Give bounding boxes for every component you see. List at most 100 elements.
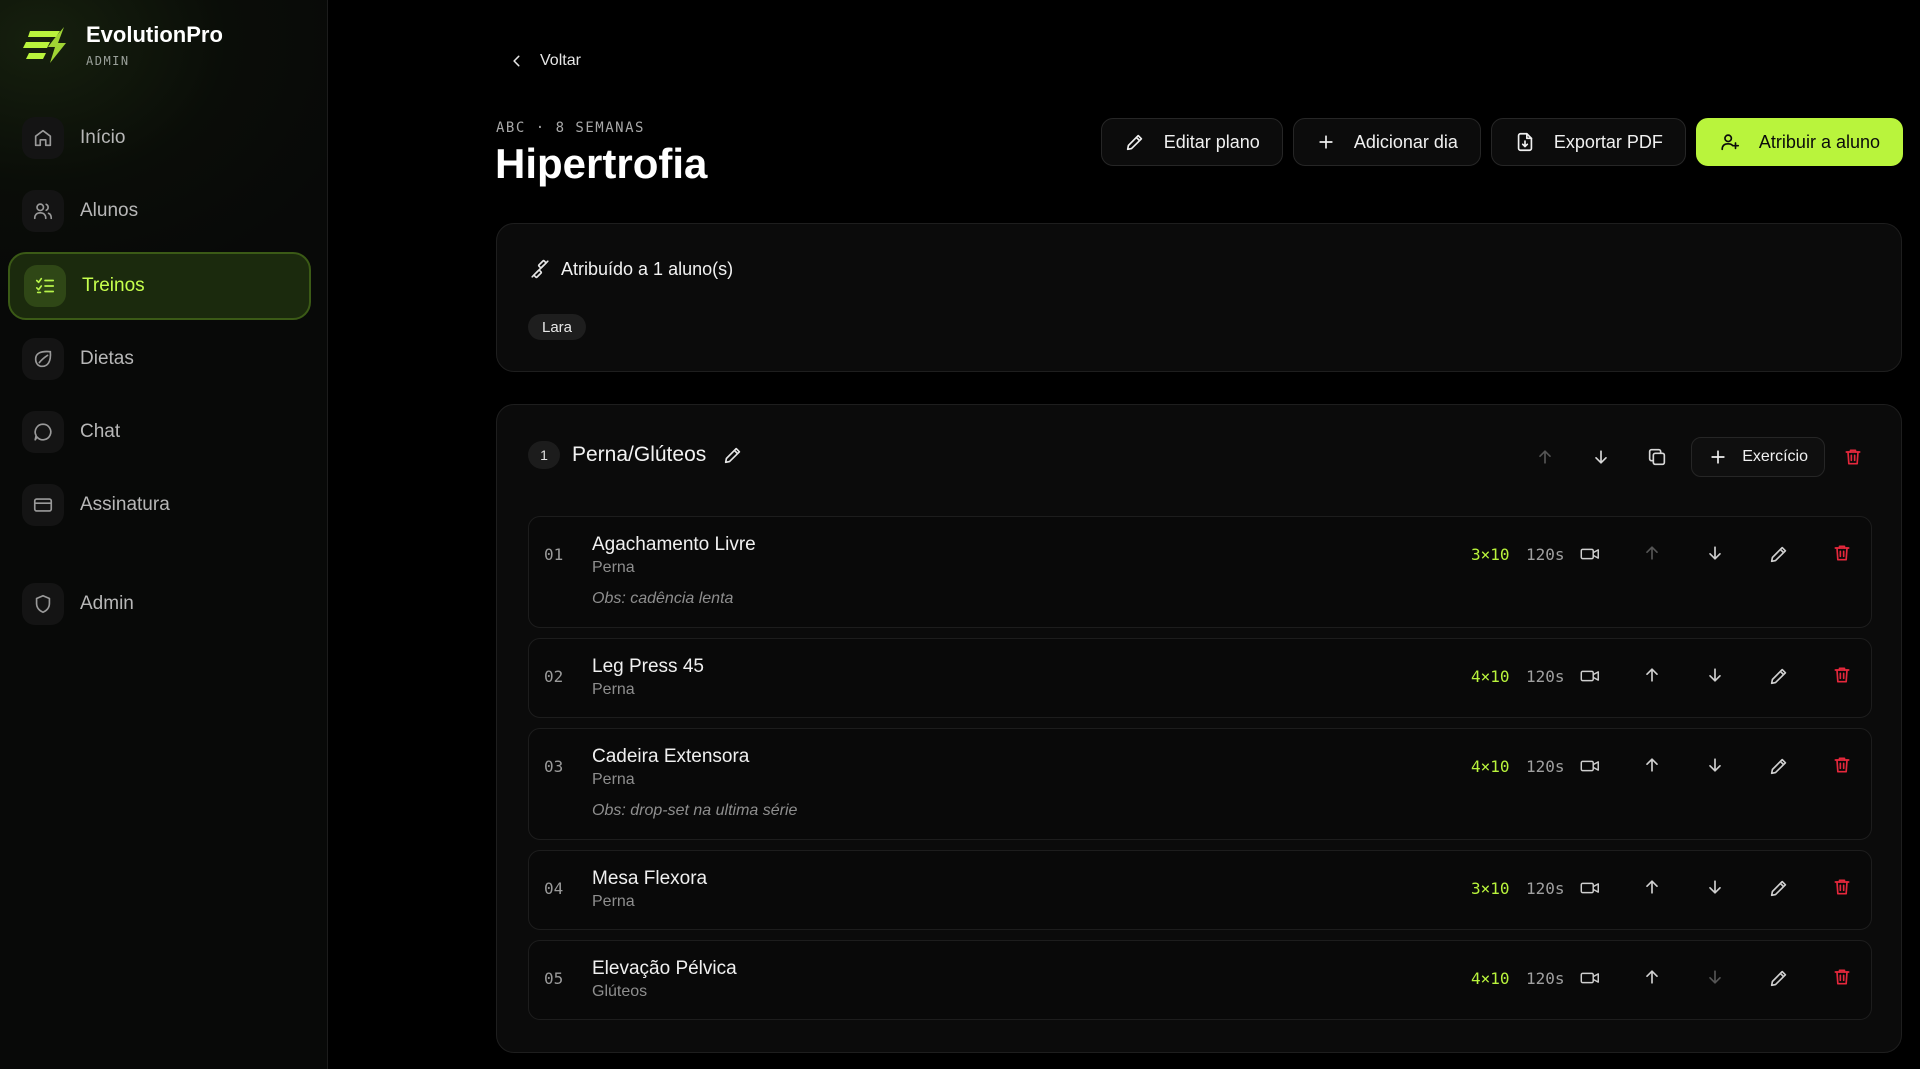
exercise-row[interactable]: 05 Elevação Pélvica Glúteos 4×10 120s: [528, 940, 1872, 1020]
exercise-row[interactable]: 04 Mesa Flexora Perna 3×10 120s: [528, 850, 1872, 930]
exercise-sets: 4×10: [1471, 969, 1510, 988]
trash-icon[interactable]: [1832, 877, 1856, 901]
users-icon: [22, 190, 64, 232]
add-exercise-button[interactable]: Exercício: [1691, 437, 1825, 477]
edit-icon[interactable]: [1768, 755, 1792, 779]
assigned-card: Atribuído a 1 aluno(s) Lara: [496, 223, 1902, 372]
edit-icon[interactable]: [1768, 967, 1792, 991]
exercise-index: 01: [544, 545, 564, 564]
move-down-icon[interactable]: [1705, 755, 1729, 779]
edit-icon[interactable]: [1768, 665, 1792, 689]
nav-item-dietas[interactable]: Dietas: [8, 325, 311, 393]
add-day-button[interactable]: Adicionar dia: [1292, 118, 1481, 166]
exercise-notes: Obs: cadência lenta: [592, 590, 734, 607]
move-down-icon[interactable]: [1705, 665, 1729, 689]
day-name: Perna/Glúteos: [572, 443, 707, 466]
assign-student-button[interactable]: Atribuir a aluno: [1695, 118, 1903, 166]
day-tools: Exercício: [1517, 437, 1871, 477]
nav-item-treinos[interactable]: Treinos: [8, 252, 311, 320]
exercise-group: Perna: [592, 559, 635, 576]
exercise-sets: 4×10: [1471, 667, 1510, 686]
leaf-icon: [22, 338, 64, 380]
export-pdf-button[interactable]: Exportar PDF: [1490, 118, 1686, 166]
trash-icon[interactable]: [1832, 967, 1856, 991]
move-day-down-icon[interactable]: [1573, 437, 1629, 477]
checklist-icon: [24, 265, 66, 307]
nav-item-admin[interactable]: Admin: [8, 570, 311, 638]
exercise-group: Perna: [592, 771, 635, 788]
trash-icon[interactable]: [1832, 665, 1856, 689]
exercise-row[interactable]: 02 Leg Press 45 Perna 4×10 120s: [528, 638, 1872, 718]
nav-label: Chat: [80, 421, 121, 442]
exercise-group: Perna: [592, 893, 635, 910]
logo-icon: [23, 27, 66, 63]
user-plus-icon: [1721, 134, 1739, 151]
nav-item-chat[interactable]: Chat: [8, 398, 311, 466]
trash-icon[interactable]: [1832, 543, 1856, 567]
move-up-icon[interactable]: [1642, 755, 1666, 779]
exercise-rest: 120s: [1526, 969, 1565, 988]
exercise-name: Agachamento Livre: [592, 534, 756, 555]
nav-item-alunos[interactable]: Alunos: [8, 177, 311, 245]
exercise-index: 03: [544, 757, 564, 776]
brand-role: ADMIN: [86, 54, 130, 68]
exercise-row[interactable]: 01 Agachamento Livre Perna Obs: cadência…: [528, 516, 1872, 628]
plus-icon: [1711, 450, 1725, 464]
back-button[interactable]: Voltar: [510, 52, 581, 70]
day-header: 1 Perna/Glúteos: [528, 441, 744, 469]
add-day-label: Adicionar dia: [1353, 131, 1458, 152]
exercise-row[interactable]: 03 Cadeira Extensora Perna Obs: drop-set…: [528, 728, 1872, 840]
trash-icon[interactable]: [1832, 755, 1856, 779]
card-icon: [22, 484, 64, 526]
nav-label: Assinatura: [80, 494, 170, 515]
brand-name: EvolutionPro: [86, 22, 223, 47]
move-down-icon[interactable]: [1705, 967, 1729, 991]
pencil-icon: [1126, 134, 1142, 151]
video-icon[interactable]: [1579, 543, 1603, 567]
back-label: Voltar: [540, 52, 581, 69]
exercise-sets: 4×10: [1471, 757, 1510, 776]
day-card: 1 Perna/Glúteos Exercício 01 Agachamento…: [496, 404, 1902, 1053]
assign-student-label: Atribuir a aluno: [1758, 131, 1880, 152]
move-down-icon[interactable]: [1705, 543, 1729, 567]
home-icon: [22, 117, 64, 159]
exercise-name: Mesa Flexora: [592, 868, 708, 889]
edit-icon[interactable]: [1768, 543, 1792, 567]
video-icon[interactable]: [1579, 877, 1603, 901]
nav-label: Treinos: [82, 275, 145, 296]
exercise-name: Leg Press 45: [592, 656, 704, 677]
dumbbell-icon: [531, 259, 549, 279]
sidebar: EvolutionPro ADMIN Início Alunos Treinos: [0, 0, 328, 1069]
exercise-group: Perna: [592, 681, 635, 698]
nav-item-inicio[interactable]: Início: [8, 104, 311, 172]
file-download-icon: [1517, 132, 1533, 152]
exercise-index: 05: [544, 969, 564, 988]
exercise-sets: 3×10: [1471, 879, 1510, 898]
move-up-icon[interactable]: [1642, 877, 1666, 901]
exercise-name: Cadeira Extensora: [592, 746, 750, 767]
video-icon[interactable]: [1579, 665, 1603, 689]
move-up-icon[interactable]: [1642, 665, 1666, 689]
chevron-left-icon: [513, 55, 520, 67]
delete-day-icon[interactable]: [1835, 437, 1871, 477]
move-up-icon[interactable]: [1642, 543, 1666, 567]
nav-label: Alunos: [80, 200, 139, 221]
exercise-rest: 120s: [1526, 879, 1565, 898]
edit-icon[interactable]: [1768, 877, 1792, 901]
edit-plan-button[interactable]: Editar plano: [1100, 118, 1283, 166]
plan-subtitle: ABC · 8 SEMANAS: [496, 120, 645, 136]
exercise-rest: 120s: [1526, 545, 1565, 564]
move-down-icon[interactable]: [1705, 877, 1729, 901]
shield-icon: [22, 583, 64, 625]
duplicate-day-icon[interactable]: [1629, 437, 1685, 477]
student-chip[interactable]: Lara: [528, 314, 587, 340]
video-icon[interactable]: [1579, 755, 1603, 779]
move-day-up-icon[interactable]: [1517, 437, 1573, 477]
move-up-icon[interactable]: [1642, 967, 1666, 991]
nav-item-assinatura[interactable]: Assinatura: [8, 471, 311, 539]
video-icon[interactable]: [1579, 967, 1603, 991]
page-title: Hipertrofia: [495, 140, 708, 187]
edit-day-name-icon[interactable]: [722, 444, 744, 466]
assigned-heading-text: Atribuído a 1 aluno(s): [561, 258, 734, 279]
brand[interactable]: EvolutionPro ADMIN: [20, 22, 223, 68]
